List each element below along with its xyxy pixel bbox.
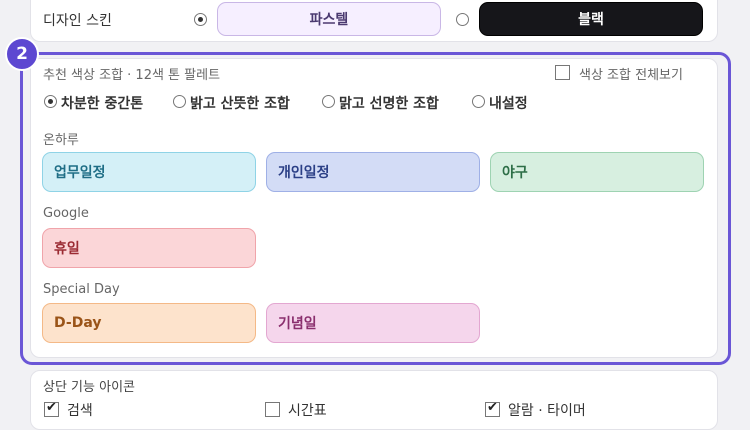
design-skin-label: 디자인 스킨 — [43, 13, 112, 29]
group-label-onharu: 온하루 — [43, 133, 79, 148]
search-option-label[interactable]: 검색 — [67, 400, 93, 420]
skin-pastel-button[interactable]: 파스텔 — [217, 2, 441, 36]
tag-anniversary[interactable]: 기념일 — [266, 303, 480, 343]
top-icons-title: 상단 기능 아이콘 — [43, 380, 135, 395]
skin-pastel-radio[interactable] — [194, 13, 207, 26]
tag-baseball[interactable]: 야구 — [490, 152, 704, 192]
tag-work-schedule[interactable]: 업무일정 — [42, 152, 256, 192]
tone-radio-vivid[interactable] — [322, 95, 335, 108]
tone-label-custom[interactable]: 내설정 — [489, 93, 528, 113]
tag-holiday[interactable]: 휴일 — [42, 228, 256, 268]
tone-radio-calm[interactable] — [44, 95, 57, 108]
timetable-checkbox[interactable] — [265, 402, 280, 417]
tone-label-calm[interactable]: 차분한 중간톤 — [61, 93, 143, 113]
skin-black-radio[interactable] — [456, 13, 469, 26]
tone-radio-bright[interactable] — [173, 95, 186, 108]
alarm-timer-checkbox[interactable] — [485, 400, 500, 417]
tone-label-bright[interactable]: 밝고 산뜻한 조합 — [190, 93, 290, 113]
tone-label-vivid[interactable]: 맑고 선명한 조합 — [339, 93, 439, 113]
group-label-special-day: Special Day — [43, 282, 120, 297]
alarm-timer-option-label[interactable]: 알람 · 타이머 — [508, 400, 586, 420]
skin-black-button[interactable]: 블랙 — [479, 2, 703, 36]
group-label-google: Google — [43, 206, 89, 221]
palette-title: 추천 색상 조합 · 12색 톤 팔레트 — [43, 68, 221, 83]
view-all-label[interactable]: 색상 조합 전체보기 — [579, 64, 683, 83]
tag-personal-schedule[interactable]: 개인일정 — [266, 152, 480, 192]
view-all-checkbox[interactable] — [555, 65, 570, 80]
tone-radio-custom[interactable] — [472, 95, 485, 108]
step-badge: 2 — [5, 37, 39, 71]
timetable-option-label[interactable]: 시간표 — [288, 400, 327, 420]
search-checkbox[interactable] — [44, 400, 59, 417]
tag-d-day[interactable]: D-Day — [42, 303, 256, 343]
